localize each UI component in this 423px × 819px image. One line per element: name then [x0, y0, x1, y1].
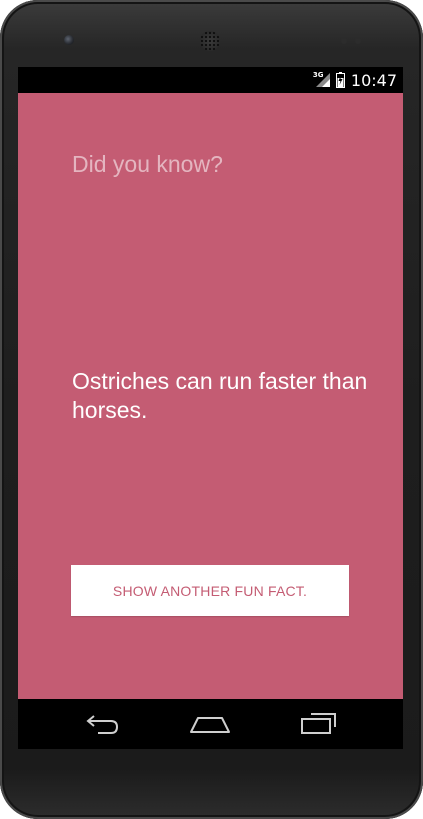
speaker-icon: [200, 31, 220, 51]
network-type-label: 3G: [312, 71, 324, 79]
page-title: Did you know?: [72, 151, 223, 177]
camera-icon: [64, 35, 74, 45]
app-content: Did you know? Ostriches can run faster t…: [18, 93, 403, 699]
navigation-bar: [18, 699, 403, 749]
signal-icon: 3G: [312, 71, 331, 88]
home-button[interactable]: [180, 705, 240, 743]
back-button[interactable]: [73, 705, 133, 743]
screen: 3G 10:47 Did you know? Ostriches can run…: [18, 67, 403, 749]
back-icon: [86, 715, 119, 734]
sensor-dot: [355, 38, 361, 44]
status-icons: 3G 10:47: [312, 67, 397, 93]
recent-apps-button[interactable]: [288, 705, 348, 743]
sensor-dot: [341, 38, 347, 44]
status-time: 10:47: [350, 70, 397, 90]
status-bar: 3G 10:47: [18, 67, 403, 93]
fun-fact-text: Ostriches can run faster than horses.: [72, 368, 368, 423]
home-icon: [190, 717, 230, 733]
phone-frame: 3G 10:47 Did you know? Ostriches can run…: [0, 0, 423, 819]
battery-icon: [335, 72, 345, 88]
recent-apps-icon: [301, 713, 336, 734]
show-fact-button[interactable]: SHOW ANOTHER FUN FACT.: [71, 565, 349, 616]
